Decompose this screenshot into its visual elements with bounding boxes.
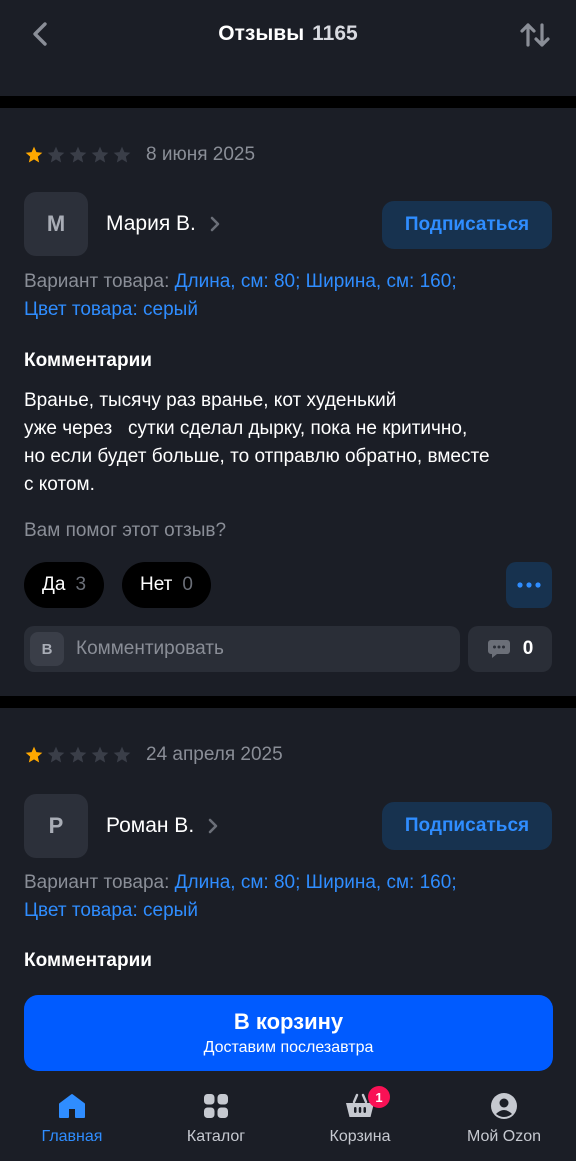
add-to-cart-button[interactable]: В корзину Доставим послезавтра	[24, 995, 553, 1071]
tab-label: Мой Ozon	[466, 1128, 542, 1145]
vote-yes-count: 3	[75, 574, 87, 595]
star-filled-icon	[25, 146, 43, 163]
comment-input[interactable]: В Комментировать	[24, 626, 460, 672]
user-avatar: В	[30, 632, 64, 666]
variant-size[interactable]: Длина, см: 80; Ширина, см: 160;	[175, 271, 457, 292]
tab-my-ozon[interactable]: Мой Ozon	[432, 1090, 576, 1146]
rating-row: 24 апреля 2025	[24, 744, 283, 766]
author-link[interactable]: Мария В.	[106, 212, 220, 236]
chevron-right-icon	[208, 818, 218, 834]
chat-bubble-icon	[487, 640, 510, 658]
vote-no-button[interactable]: Нет 0	[122, 562, 211, 608]
sort-button[interactable]	[518, 18, 552, 52]
star-empty-icon	[113, 146, 131, 163]
subscribe-button[interactable]: Подписаться	[382, 802, 552, 850]
delivery-info: Доставим послезавтра	[203, 1039, 374, 1056]
variant-color[interactable]: Цвет товара: серый	[24, 900, 198, 921]
review-text-line: с котом.	[24, 474, 95, 495]
avatar[interactable]: М	[24, 192, 88, 256]
review-text: Вранье, тысячу раз вранье, кот худенький…	[24, 387, 554, 499]
author-name: Мария В.	[106, 212, 196, 235]
helpful-question: Вам помог этот отзыв?	[24, 520, 227, 541]
variant-prefix: Вариант товара:	[24, 271, 170, 292]
more-options-button[interactable]	[506, 562, 552, 608]
tab-home[interactable]: Главная	[0, 1090, 144, 1146]
review-date: 8 июня 2025	[146, 144, 256, 165]
bottom-tab-bar: Главная Каталог 1 Корзина Мой Ozon	[0, 1080, 576, 1161]
sort-arrows-icon	[520, 23, 550, 47]
section-divider	[0, 696, 576, 708]
comment-placeholder: Комментировать	[76, 638, 224, 659]
review-date: 24 апреля 2025	[146, 744, 283, 765]
catalog-icon	[204, 1094, 228, 1118]
author-name: Роман В.	[106, 814, 195, 837]
star-empty-icon	[91, 746, 109, 763]
vote-no-label: Нет	[140, 574, 173, 595]
home-icon	[59, 1094, 85, 1118]
cart-badge: 1	[368, 1086, 390, 1108]
top-bar: Отзывы 1165	[0, 0, 576, 96]
page-title-text: Отзывы	[218, 22, 305, 45]
comments-heading: Комментарии	[24, 350, 152, 371]
comments-heading: Комментарии	[24, 950, 152, 971]
star-rating	[24, 745, 132, 765]
tab-label: Корзина	[329, 1128, 391, 1145]
variant-prefix: Вариант товара:	[24, 872, 170, 893]
star-empty-icon	[47, 746, 65, 763]
review-text-line: но если будет больше, то отправлю обратн…	[24, 446, 490, 467]
rating-row: 8 июня 2025	[24, 144, 255, 166]
vote-no-count: 0	[182, 574, 193, 595]
profile-icon	[491, 1093, 517, 1119]
star-empty-icon	[69, 746, 87, 763]
comments-count-button[interactable]: 0	[468, 626, 552, 672]
star-empty-icon	[47, 146, 65, 163]
add-to-cart-label: В корзину	[233, 1009, 344, 1034]
comments-count: 0	[522, 638, 534, 659]
star-rating	[24, 145, 132, 165]
tab-label: Каталог	[186, 1128, 246, 1145]
page-title: Отзывы 1165	[0, 20, 576, 48]
tab-label: Главная	[41, 1128, 103, 1145]
review-card: 8 июня 2025 М Мария В. Подписаться Вариа…	[0, 108, 576, 696]
review-text-line: уже через сутки сделал дырку, пока не кр…	[24, 418, 468, 439]
variant-size[interactable]: Длина, см: 80; Ширина, см: 160;	[175, 872, 457, 893]
product-variant: Вариант товара: Длина, см: 80; Ширина, с…	[24, 869, 554, 925]
product-variant: Вариант товара: Длина, см: 80; Ширина, с…	[24, 268, 554, 324]
vote-yes-button[interactable]: Да 3	[24, 562, 105, 608]
author-link[interactable]: Роман В.	[106, 814, 218, 838]
tab-cart[interactable]: 1 Корзина	[288, 1086, 432, 1146]
star-filled-icon	[25, 746, 43, 763]
more-dots-icon	[517, 582, 541, 588]
star-empty-icon	[69, 146, 87, 163]
star-empty-icon	[91, 146, 109, 163]
avatar[interactable]: Р	[24, 794, 88, 858]
review-text-line: Вранье, тысячу раз вранье, кот худенький	[24, 390, 397, 411]
variant-color[interactable]: Цвет товара: серый	[24, 299, 198, 320]
section-divider	[0, 96, 576, 108]
review-card: 24 апреля 2025 Р Роман В. Подписаться Ва…	[0, 708, 576, 1008]
star-empty-icon	[113, 746, 131, 763]
reviews-count: 1165	[312, 22, 358, 45]
tab-catalog[interactable]: Каталог	[144, 1090, 288, 1146]
chevron-right-icon	[210, 216, 220, 232]
vote-yes-label: Да	[42, 574, 66, 595]
subscribe-button[interactable]: Подписаться	[382, 201, 552, 249]
